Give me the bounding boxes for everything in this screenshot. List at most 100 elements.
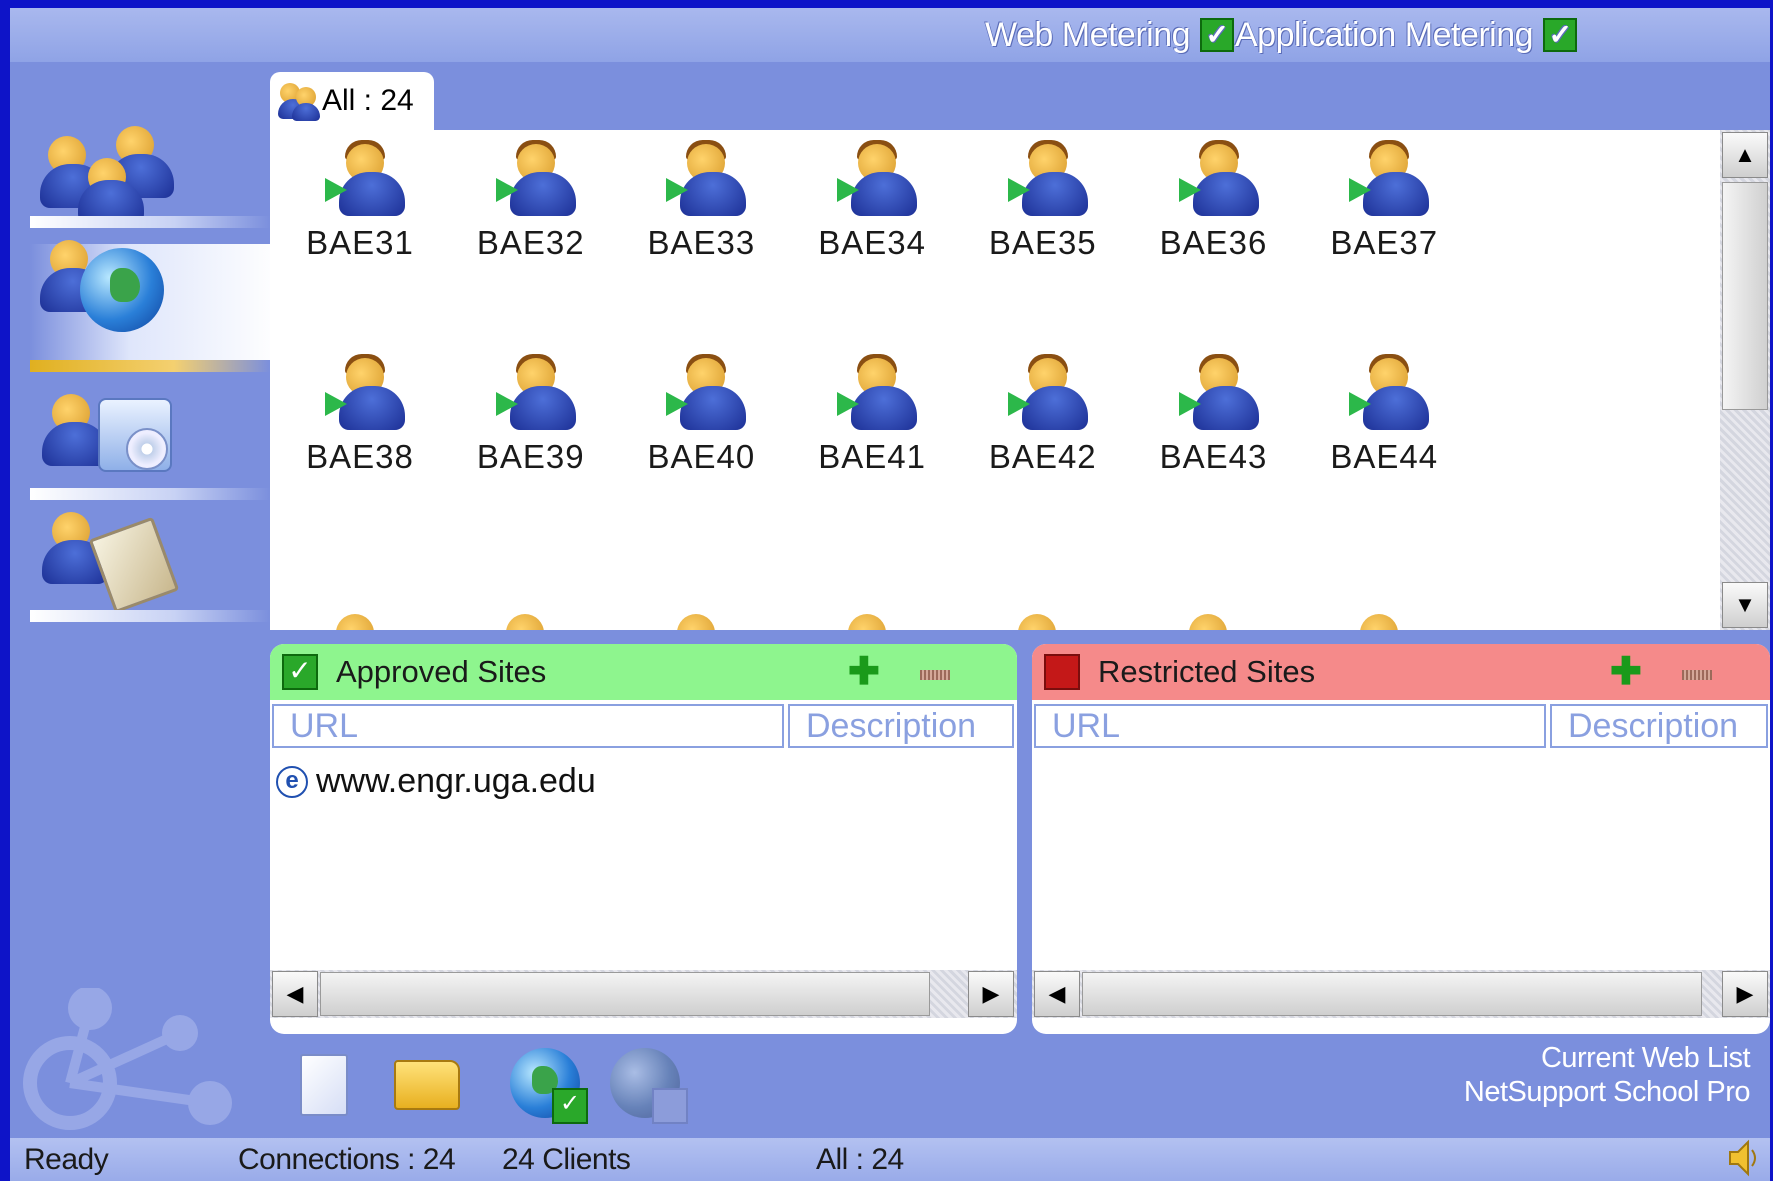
client-item[interactable]: BAE33 (621, 130, 771, 270)
student-computer-icon (495, 140, 576, 220)
application-metering: Application Metering ✓ (1235, 15, 1578, 54)
client-name: BAE39 (476, 438, 585, 475)
client-item[interactable]: BAE34 (792, 130, 942, 270)
client-name: BAE37 (1330, 224, 1439, 261)
nav-item-clipboard[interactable] (30, 504, 270, 614)
nav-divider (30, 610, 270, 622)
client-name: BAE44 (1330, 438, 1439, 475)
client-item[interactable]: BAE38 (280, 344, 430, 484)
users-group-icon (40, 118, 174, 224)
restricted-description-column-header[interactable]: Description (1550, 704, 1768, 748)
status-bar: Ready Connections : 24 24 Clients All : … (10, 1138, 1770, 1181)
new-list-button[interactable] (300, 1054, 348, 1116)
restricted-sites-title: Restricted Sites (1098, 654, 1316, 689)
client-item[interactable]: BAE43 (1134, 344, 1284, 484)
client-item[interactable]: BAE36 (1134, 130, 1284, 270)
current-web-list-label: Current Web List (1540, 1042, 1751, 1074)
apply-web-list-button[interactable]: ✓ (510, 1048, 590, 1124)
application-metering-label: Application Metering (1235, 15, 1534, 54)
restricted-sites-panel: Restricted Sites ✚ URL Description ◀ ▶ (1032, 644, 1770, 1034)
student-computer-icon (1349, 354, 1430, 434)
scroll-left-icon[interactable]: ◀ (1034, 971, 1080, 1017)
restricted-x-icon (1044, 654, 1080, 690)
tab-all-label: All : 24 (322, 84, 414, 117)
horizontal-scroll-thumb[interactable] (1082, 972, 1702, 1016)
group-icon (278, 81, 320, 121)
client-name: BAE40 (647, 438, 756, 475)
nav-item-users-group[interactable] (30, 118, 270, 224)
scroll-right-icon[interactable]: ▶ (968, 971, 1014, 1017)
remove-restricted-site-button[interactable] (1682, 670, 1712, 680)
restricted-url-column-header[interactable]: URL (1034, 704, 1546, 748)
web-metering: Web Metering ✓ (985, 16, 1235, 54)
client-item[interactable]: BAE39 (451, 344, 601, 484)
product-name-label: NetSupport School Pro (1463, 1076, 1751, 1108)
client-name: BAE38 (306, 438, 414, 475)
approved-site-url: www.engr.uga.edu (316, 762, 596, 800)
globe-disabled-icon (610, 1048, 690, 1124)
approved-horizontal-scrollbar[interactable]: ◀ ▶ (270, 970, 1017, 1018)
client-name: BAE33 (647, 224, 756, 261)
client-name: BAE43 (1159, 438, 1268, 475)
client-row-partial (270, 614, 1720, 630)
client-grid: BAE31 BAE32 BAE33 BAE34 BAE35 BAE36 BAE37 BAE38… (270, 130, 1720, 630)
client-item[interactable]: BAE41 (792, 344, 942, 484)
internet-explorer-icon: e (276, 765, 308, 798)
client-name: BAE35 (988, 224, 1097, 261)
client-item[interactable]: BAE31 (280, 130, 430, 270)
approved-site-row[interactable]: e www.engr.uga.edu (276, 762, 596, 801)
client-item[interactable]: BAE35 (963, 130, 1113, 270)
scroll-right-icon[interactable]: ▶ (1722, 971, 1768, 1017)
client-item[interactable]: BAE42 (963, 344, 1113, 484)
restricted-sites-header: Restricted Sites ✚ (1032, 644, 1770, 700)
student-computer-icon (1007, 354, 1088, 434)
approved-description-column-header[interactable]: Description (788, 704, 1014, 748)
status-all: All : 24 (816, 1143, 904, 1176)
client-grid-vertical-scrollbar[interactable]: ▲ ▼ (1720, 130, 1770, 630)
approved-sites-title: Approved Sites (336, 654, 547, 689)
tab-all[interactable]: All : 24 (270, 72, 434, 130)
add-approved-site-button[interactable]: ✚ (848, 653, 880, 691)
status-ready: Ready (24, 1143, 109, 1176)
client-name: BAE31 (306, 224, 414, 261)
netsupport-window: Web Metering ✓ Application Metering ✓ Al… (10, 8, 1770, 1181)
approved-check-icon: ✓ (282, 654, 318, 690)
client-item[interactable]: BAE40 (621, 344, 771, 484)
application-metering-checkbox[interactable]: ✓ (1543, 18, 1578, 52)
approved-url-column-header[interactable]: URL (272, 704, 784, 748)
user-clipboard-icon (40, 504, 180, 614)
student-computer-icon (325, 140, 405, 220)
restricted-horizontal-scrollbar[interactable]: ◀ ▶ (1032, 970, 1770, 1018)
student-computer-icon (666, 354, 747, 434)
status-clients: 24 Clients (502, 1143, 631, 1176)
client-item[interactable]: BAE37 (1304, 130, 1454, 270)
vertical-scroll-thumb[interactable] (1722, 182, 1768, 410)
add-restricted-site-button[interactable]: ✚ (1610, 653, 1642, 691)
horizontal-scroll-thumb[interactable] (320, 972, 930, 1016)
speaker-icon[interactable] (1728, 1138, 1762, 1178)
student-computer-icon (837, 140, 918, 220)
client-name: BAE36 (1159, 224, 1268, 261)
disabled-web-list-button[interactable] (610, 1048, 690, 1124)
web-metering-checkbox[interactable]: ✓ (1200, 18, 1235, 52)
client-name: BAE41 (818, 438, 926, 475)
client-name: BAE42 (988, 438, 1097, 475)
client-name: BAE32 (476, 224, 585, 261)
nav-divider-active (30, 360, 270, 372)
scroll-left-icon[interactable]: ◀ (272, 971, 318, 1017)
remove-approved-site-button[interactable] (920, 670, 950, 680)
student-computer-icon (1349, 140, 1430, 220)
client-item[interactable]: BAE44 (1304, 344, 1454, 484)
nav-item-web[interactable] (30, 234, 270, 334)
student-computer-icon (837, 354, 918, 434)
scroll-down-icon[interactable]: ▼ (1722, 582, 1768, 628)
status-connections: Connections : 24 (238, 1143, 456, 1176)
open-list-button[interactable] (394, 1060, 460, 1110)
student-computer-icon (666, 140, 747, 220)
nav-item-applications[interactable] (30, 384, 270, 484)
nav-divider (30, 216, 270, 228)
scroll-up-icon[interactable]: ▲ (1722, 132, 1768, 178)
client-item[interactable]: BAE32 (451, 130, 601, 270)
open-folder-icon (394, 1060, 460, 1110)
student-computer-icon (1007, 140, 1088, 220)
